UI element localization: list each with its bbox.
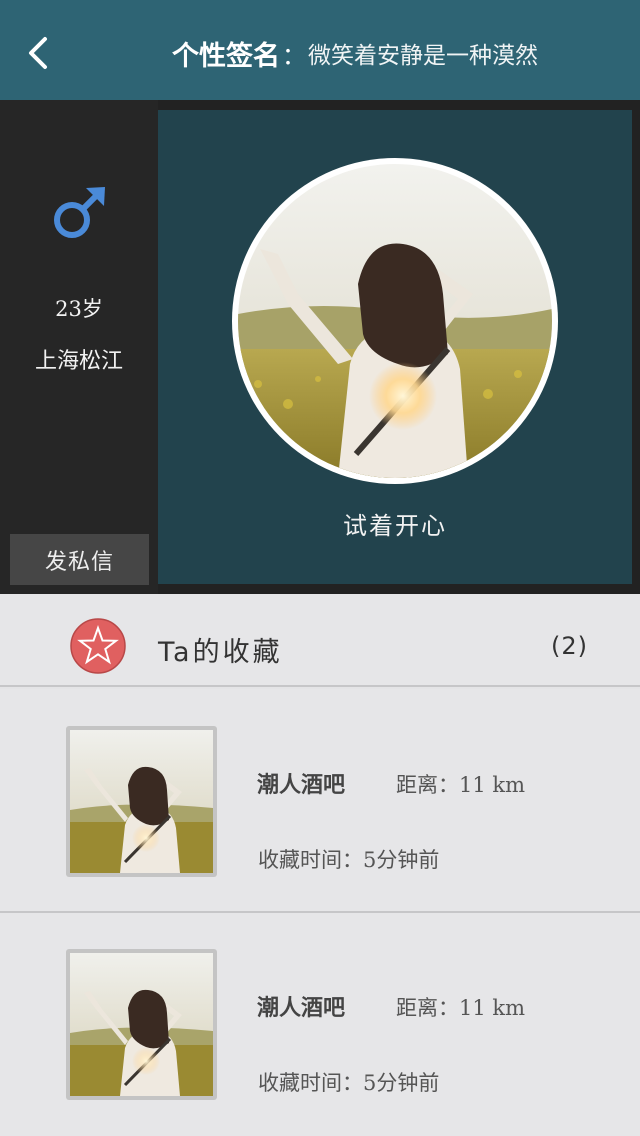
favorites-header[interactable]: Ta的收藏 (2) <box>0 594 640 687</box>
profile-section: 23岁 上海松江 发私信 试着开心 <box>0 100 640 594</box>
item-distance: 距离：11 km <box>396 773 526 797</box>
item-photo <box>70 953 213 1096</box>
item-time: 收藏时间：5分钟前 <box>258 848 440 872</box>
avatar-photo <box>238 164 552 478</box>
top-bar: 个性签名 ： 微笑着安静是一种漠然 <box>0 0 640 100</box>
profile-info-column: 23岁 上海松江 发私信 <box>0 100 158 594</box>
back-button[interactable] <box>18 30 58 76</box>
avatar-frame <box>232 158 558 484</box>
signature-label: 个性签名 <box>172 40 280 72</box>
location: 上海松江 <box>34 349 123 374</box>
age: 23岁 <box>55 297 103 321</box>
item-thumbnail <box>66 949 217 1100</box>
item-thumbnail <box>66 726 217 877</box>
motto: 试着开心 <box>343 512 447 540</box>
favorites-count: (2) <box>551 632 588 660</box>
item-name: 潮人酒吧 <box>257 772 346 798</box>
male-icon <box>54 187 105 238</box>
avatar-panel: 试着开心 <box>158 110 632 584</box>
signature-colon: ： <box>282 41 306 70</box>
signature: 个性签名 ： 微笑着安静是一种漠然 <box>120 0 590 106</box>
list-item[interactable]: 潮人酒吧 距离：11 km 收藏时间：5分钟前 <box>0 911 640 1136</box>
send-message-button[interactable]: 发私信 <box>10 534 149 585</box>
star-icon <box>70 618 126 674</box>
item-name: 潮人酒吧 <box>257 995 346 1021</box>
item-photo <box>70 730 213 873</box>
item-time: 收藏时间：5分钟前 <box>258 1071 440 1095</box>
item-distance: 距离：11 km <box>396 996 526 1020</box>
avatar[interactable] <box>238 164 552 478</box>
list-item[interactable]: 潮人酒吧 距离：11 km 收藏时间：5分钟前 <box>0 689 640 911</box>
favorites-title: Ta的收藏 <box>158 637 283 668</box>
signature-text: 微笑着安静是一种漠然 <box>308 43 538 69</box>
chevron-left-icon <box>29 37 47 69</box>
